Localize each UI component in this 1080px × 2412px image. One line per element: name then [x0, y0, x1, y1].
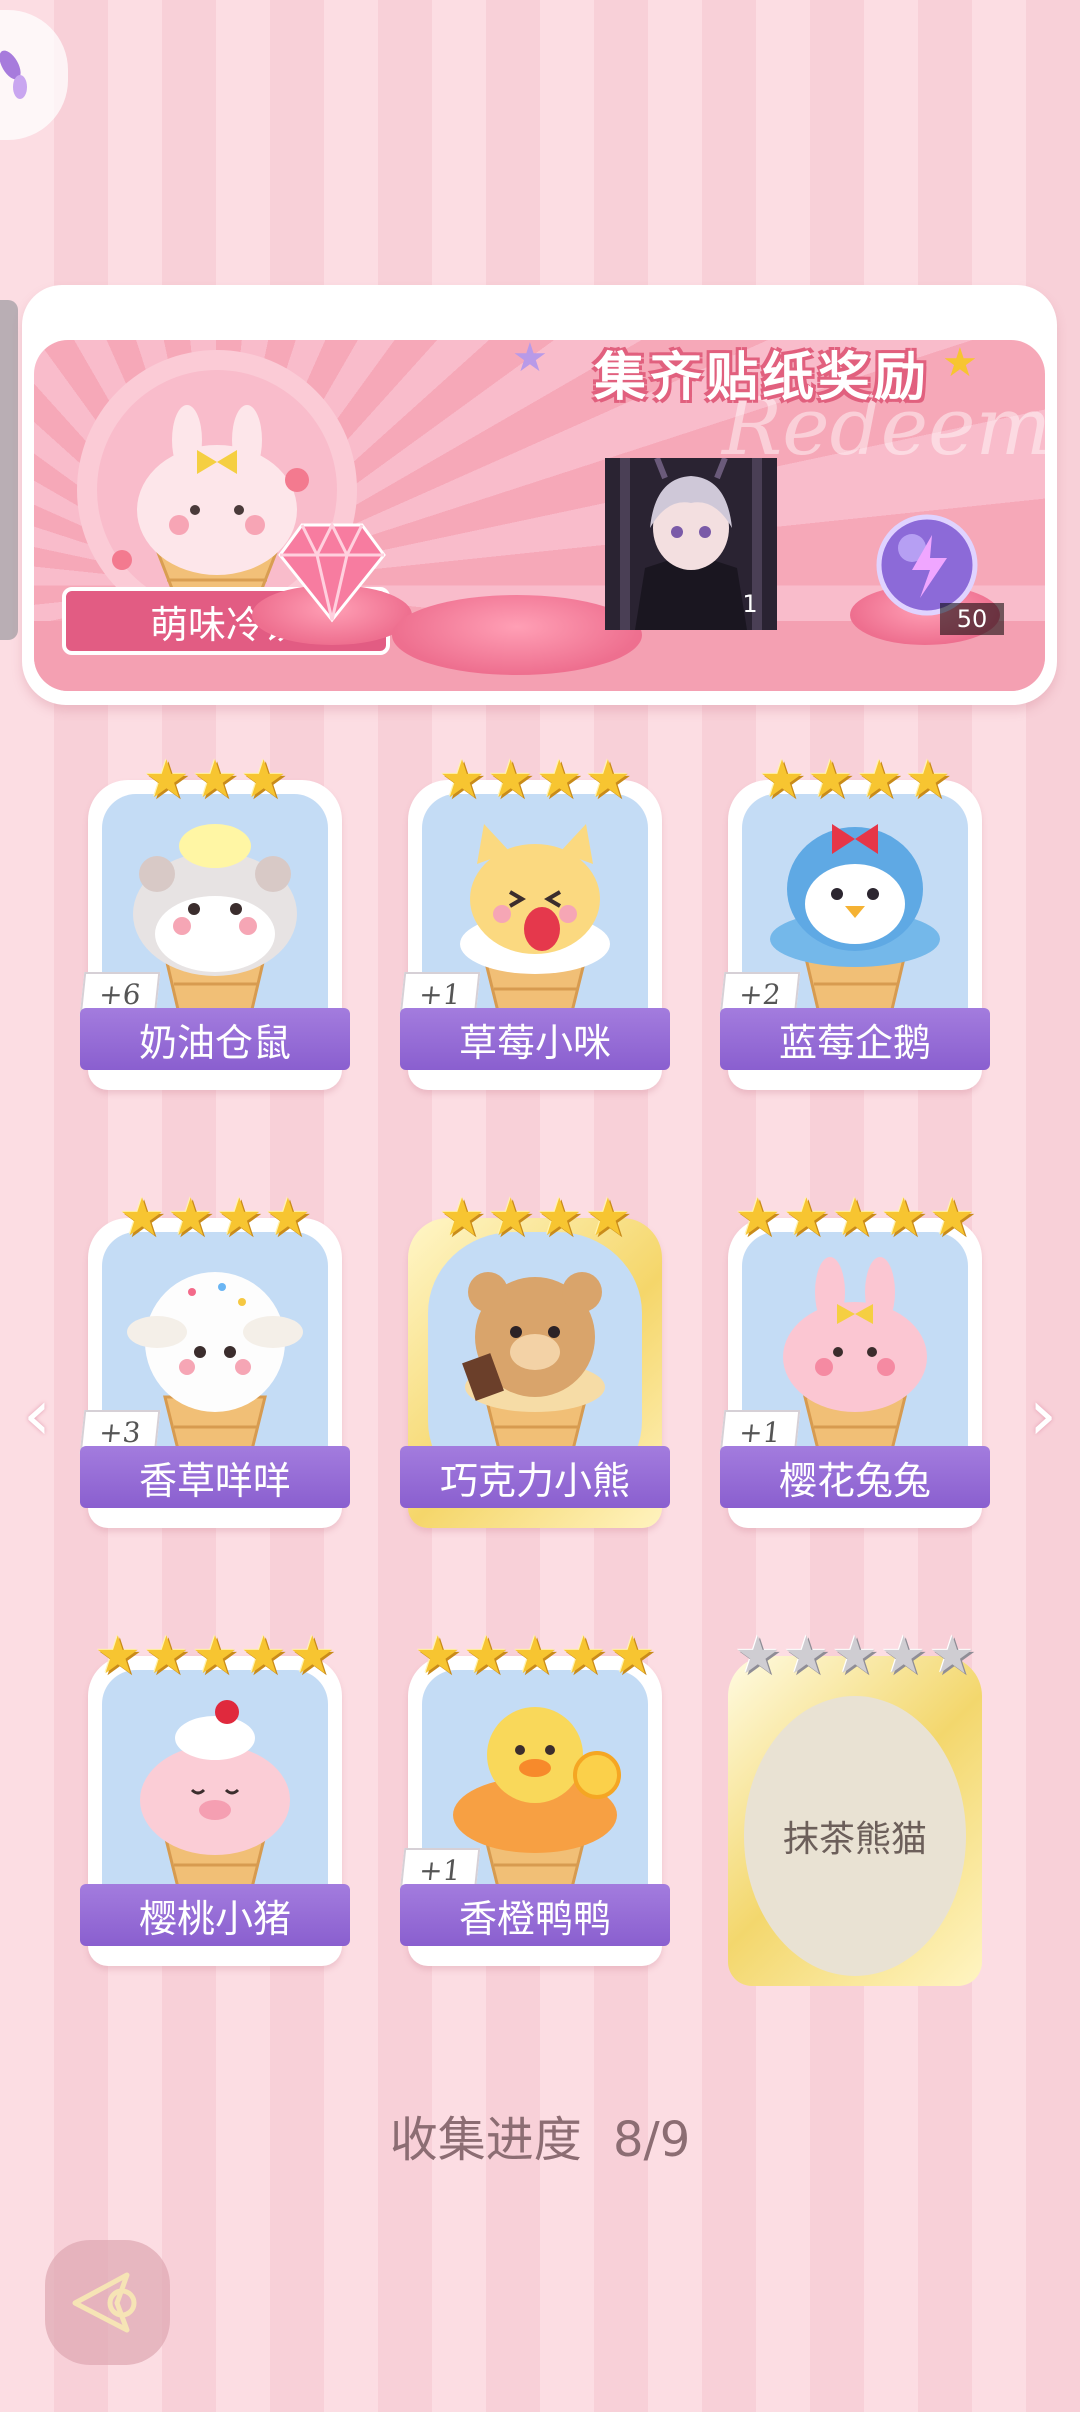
star-rating: ★ ★ ★ ★ — [118, 1188, 312, 1248]
sticker-card[interactable]: ★ ★ ★ ★ +2 蓝莓企鹅 — [719, 750, 990, 1096]
side-drawer-handle[interactable] — [0, 300, 18, 640]
progress-label: 收集进度 — [389, 2112, 582, 2168]
star-rating: ★ ★ ★ ★ — [438, 750, 632, 810]
banner-title: 集齐贴纸奖励 — [593, 348, 930, 408]
star-rating: ★ ★ ★ ★ ★ — [94, 1626, 336, 1686]
star-rating: ★ ★ ★ ★ ★ — [734, 1626, 976, 1686]
sticker-card[interactable]: ★ ★ ★ ★ ★ 樱桃小猪 — [80, 1626, 350, 1972]
star-rating: ★ ★ ★ ★ — [758, 750, 952, 810]
star-rating: ★ ★ ★ — [143, 750, 287, 810]
sticker-card[interactable]: ★ ★ ★ +6 奶油仓鼠 — [79, 750, 350, 1096]
sticker-name: 香橙鸭鸭 — [400, 1884, 670, 1946]
prev-page-arrow[interactable]: ‹ — [12, 1380, 62, 1450]
set-reward-banner: Redeem ★ ★ 集齐贴纸奖励 萌味冷饮 50 1 — [22, 285, 1057, 705]
petal-icon — [0, 50, 27, 99]
progress-value: 8/9 — [613, 2112, 691, 2168]
pink-diamond-icon[interactable] — [272, 515, 392, 625]
sticker-name: 草莓小咪 — [400, 1008, 670, 1070]
reward-quantity: 50 — [940, 603, 1004, 635]
sticker-name: 巧克力小熊 — [400, 1446, 670, 1508]
menu-button[interactable] — [0, 10, 68, 140]
star-decoration-icon: ★ — [512, 335, 548, 381]
star-rating: ★ ★ ★ ★ ★ — [414, 1626, 656, 1686]
next-page-arrow[interactable]: › — [1018, 1380, 1068, 1450]
sticker-card[interactable]: ★ ★ ★ ★ +1 草莓小咪 — [399, 750, 670, 1096]
back-arrow-icon — [72, 2272, 137, 2333]
sticker-card[interactable]: ★ ★ ★ ★ 巧克力小熊 — [400, 1188, 670, 1534]
sticker-name: 香草咩咩 — [80, 1446, 350, 1508]
sticker-card-locked[interactable]: 抹茶熊猫 ★ ★ ★ ★ ★ — [728, 1626, 982, 1986]
star-rating: ★ ★ ★ ★ ★ — [734, 1188, 976, 1248]
sticker-name: 奶油仓鼠 — [80, 1008, 350, 1070]
sticker-name: 樱花兔兔 — [720, 1446, 990, 1508]
sticker-name: 樱桃小猪 — [80, 1884, 350, 1946]
back-button[interactable] — [45, 2240, 170, 2365]
sticker-name: 蓝莓企鹅 — [720, 1008, 990, 1070]
sticker-card[interactable]: ★ ★ ★ ★ +3 香草咩咩 — [79, 1188, 350, 1534]
collection-progress: 收集进度 8/9 — [0, 2100, 1080, 2170]
sticker-card[interactable]: ★ ★ ★ ★ ★ +1 香橙鸭鸭 — [399, 1626, 670, 1972]
avatar-quantity: 1 — [742, 590, 758, 618]
sticker-card[interactable]: ★ ★ ★ ★ ★ +1 樱花兔兔 — [719, 1188, 990, 1534]
sticker-name: 抹茶熊猫 — [744, 1696, 966, 1976]
locked-card-frame: 抹茶熊猫 — [728, 1656, 982, 1986]
star-rating: ★ ★ ★ ★ — [438, 1188, 632, 1248]
